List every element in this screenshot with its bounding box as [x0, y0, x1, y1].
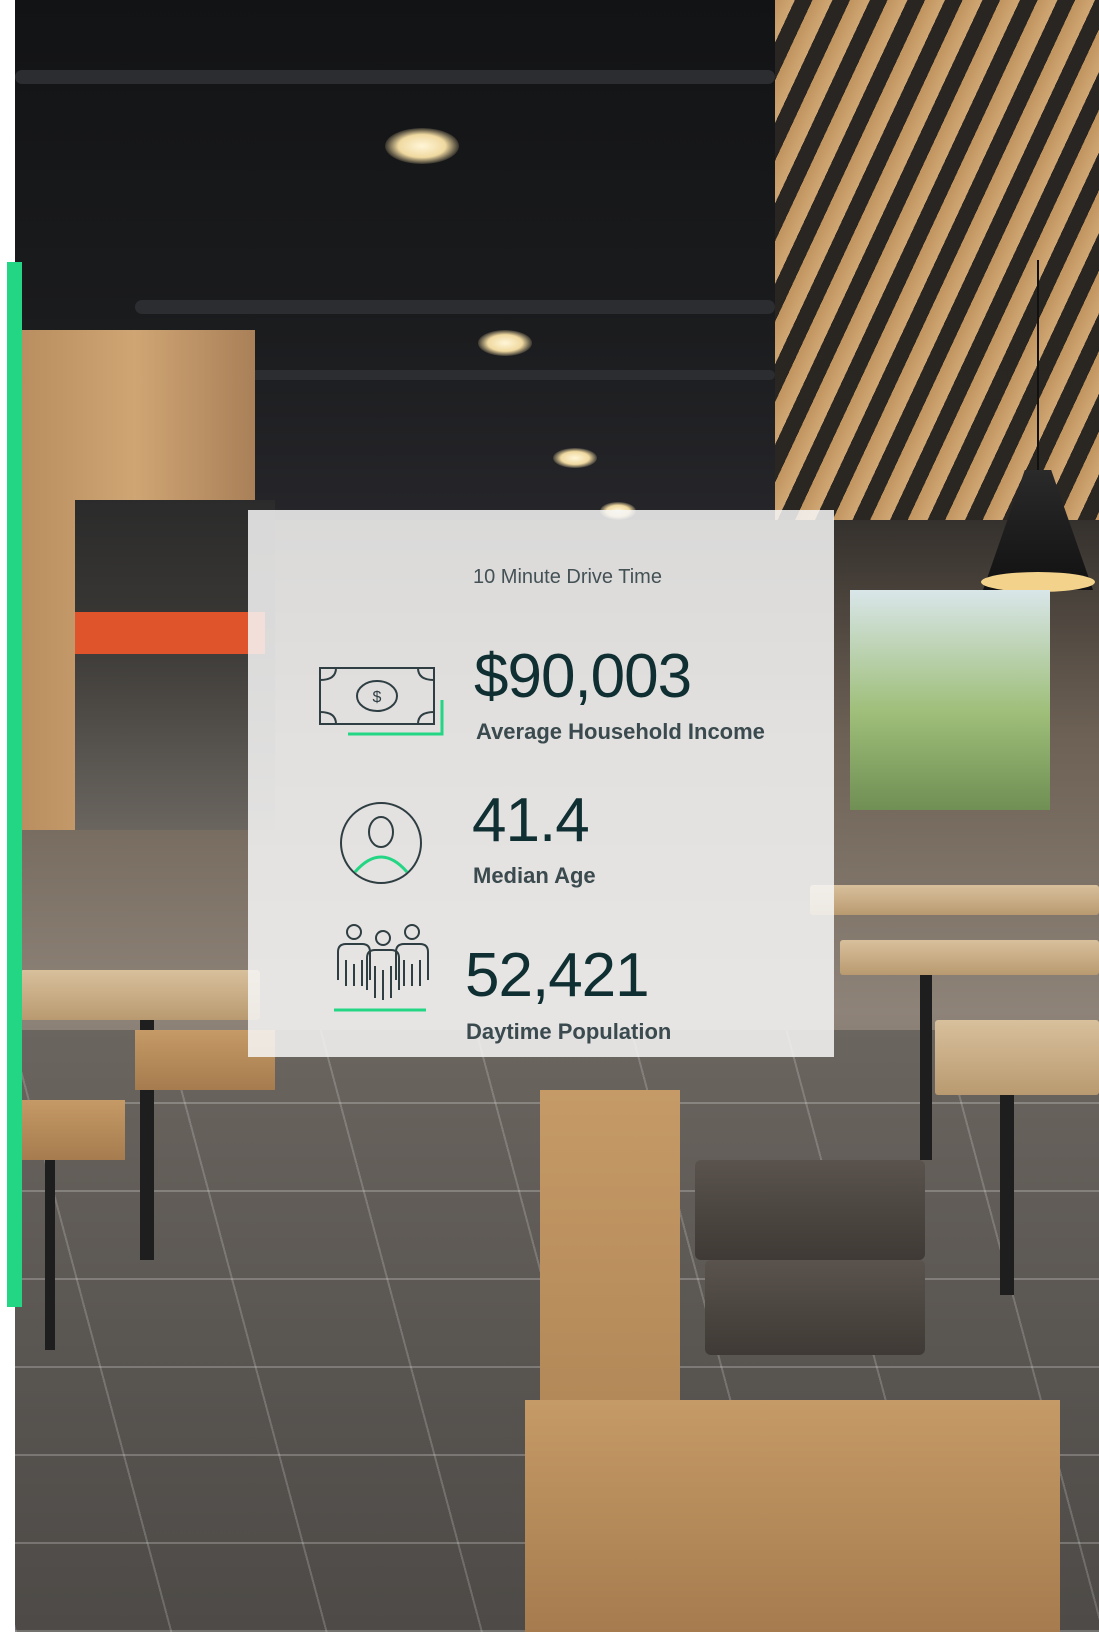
daytime-population-value: 52,421	[465, 941, 650, 1010]
page: 10 Minute Drive Time $ $90,003 Average H…	[0, 0, 1099, 1632]
booth-cushion	[705, 1260, 925, 1355]
table-top	[20, 970, 260, 1020]
drive-time-label: 10 Minute Drive Time	[473, 566, 662, 588]
money-bill-icon: $	[318, 660, 446, 741]
booth-end-panel	[525, 1400, 1060, 1632]
ceiling-duct	[15, 70, 775, 84]
orange-menu-sign	[75, 612, 265, 654]
booth-cushion	[695, 1160, 925, 1260]
table-top	[810, 885, 1099, 915]
pendant-lamp-glow	[981, 572, 1095, 592]
daytime-population-label: Daytime Population	[466, 1019, 672, 1044]
ceiling-light	[553, 448, 597, 468]
ceiling-duct	[215, 370, 775, 380]
bench-seat	[15, 1100, 125, 1160]
person-circle-icon	[338, 800, 424, 891]
street-window	[850, 590, 1050, 810]
ceiling-duct	[135, 300, 775, 314]
median-age-value: 41.4	[472, 786, 590, 855]
kitchen-counter	[75, 500, 275, 830]
table-leg	[1000, 1095, 1014, 1295]
wood-slat-ceiling	[775, 0, 1099, 520]
table-leg	[920, 975, 932, 1160]
svg-text:$: $	[373, 689, 382, 706]
ceiling-light	[385, 128, 459, 164]
median-age-label: Median Age	[473, 863, 596, 888]
pendant-wire	[1037, 260, 1039, 475]
ceiling-light	[478, 330, 532, 356]
table-top	[840, 940, 1099, 975]
people-group-icon	[334, 920, 432, 1025]
income-value: $90,003	[474, 642, 692, 711]
accent-bar	[7, 262, 22, 1307]
bench-leg	[45, 1160, 55, 1350]
table-top	[935, 1020, 1099, 1095]
income-label: Average Household Income	[476, 719, 765, 744]
